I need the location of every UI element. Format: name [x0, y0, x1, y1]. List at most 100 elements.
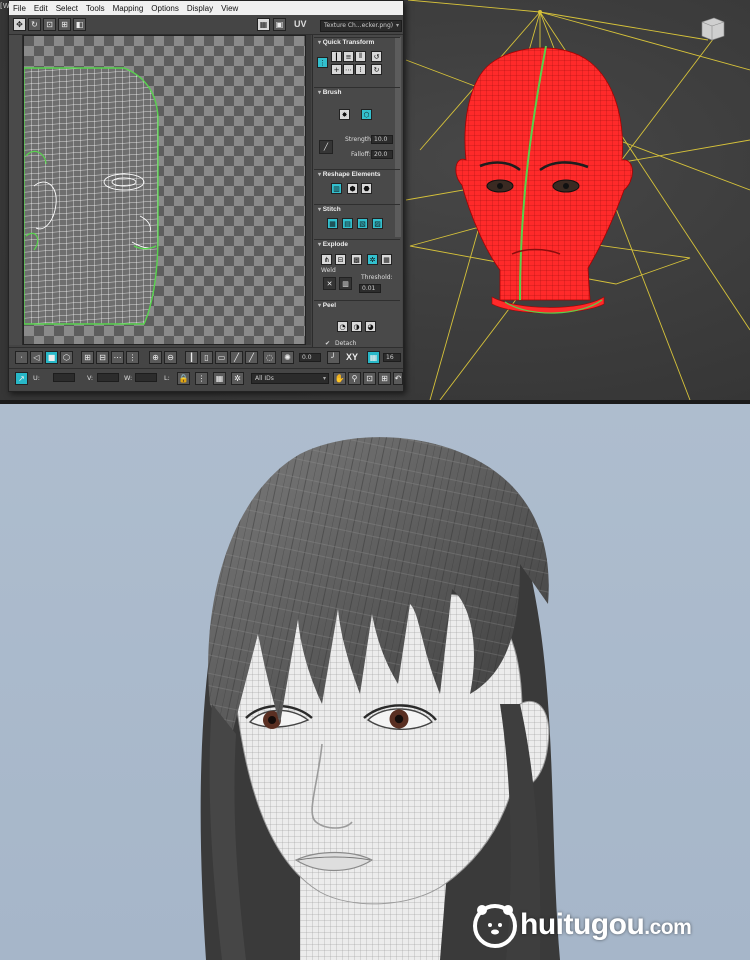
- falloff-type-icon[interactable]: ╯: [327, 351, 340, 364]
- show-map-icon[interactable]: ▣: [273, 18, 286, 31]
- stitch-title[interactable]: Stitch: [314, 205, 400, 213]
- falloff-distance-spinner[interactable]: 0.0: [299, 353, 321, 362]
- stitch-to-source-icon[interactable]: ▨: [372, 218, 383, 229]
- peel-title[interactable]: Peel: [314, 301, 400, 309]
- straighten-selection-icon[interactable]: ▥: [331, 183, 342, 194]
- checker-toggle-icon[interactable]: ▦: [257, 18, 270, 31]
- paint-relax-brush-icon[interactable]: ✸: [339, 109, 350, 120]
- space-horizontal-icon[interactable]: ⦀: [355, 51, 366, 62]
- soft-selection-falloff-icon[interactable]: ◌: [263, 351, 276, 364]
- menu-mapping[interactable]: Mapping: [109, 4, 148, 13]
- mirror-tool-icon[interactable]: ◧: [73, 18, 86, 31]
- detach-edge-verts-icon[interactable]: ⊟: [335, 254, 346, 265]
- space-vertical-icon[interactable]: ≡: [343, 51, 354, 62]
- menu-tools[interactable]: Tools: [82, 4, 109, 13]
- pin-brush-icon[interactable]: ⬡: [361, 109, 372, 120]
- polygon-mode-icon[interactable]: ■: [45, 351, 58, 364]
- flatten-by-smoothing-icon[interactable]: ✲: [367, 254, 378, 265]
- reshape-elements-title[interactable]: Reshape Elements: [314, 170, 400, 178]
- select-overlap-icon[interactable]: ▯: [200, 351, 213, 364]
- render-scene: [0, 404, 750, 960]
- strength-spinner[interactable]: 10.0: [371, 135, 393, 144]
- relax-icon[interactable]: ⬣: [361, 183, 372, 194]
- menu-options[interactable]: Options: [147, 4, 183, 13]
- paint-brush-select-icon[interactable]: ╱: [230, 351, 243, 364]
- select-by-element-icon[interactable]: ⊖: [164, 351, 177, 364]
- menu-edit[interactable]: Edit: [30, 4, 52, 13]
- zoom-extents-icon[interactable]: ⊞: [378, 372, 391, 385]
- rotate-plus-90-icon[interactable]: ↺: [371, 51, 382, 62]
- rotate-minus-90-icon[interactable]: ↻: [371, 64, 382, 75]
- uv-editor-window[interactable]: File Edit Select Tools Mapping Options D…: [8, 0, 404, 392]
- freeform-tool-icon[interactable]: ⊞: [58, 18, 71, 31]
- menu-view[interactable]: View: [217, 4, 242, 13]
- quick-transform-title[interactable]: Quick Transform: [314, 38, 400, 46]
- flatten-by-polygon-angle-icon[interactable]: ▩: [351, 254, 362, 265]
- vertex-mode-icon[interactable]: ⋅: [15, 351, 28, 364]
- weld-selected-icon[interactable]: ✕: [323, 277, 336, 290]
- target-weld-icon[interactable]: ▥: [339, 277, 352, 290]
- align-linear-icon[interactable]: +: [331, 64, 342, 75]
- pan-hand-icon[interactable]: ✋: [333, 372, 346, 385]
- element-mode-icon[interactable]: ⬡: [60, 351, 73, 364]
- shrink-selection-icon[interactable]: ⊟: [96, 351, 109, 364]
- pan-icon[interactable]: ⋮: [195, 372, 208, 385]
- detach-checkbox[interactable]: ✔: [325, 340, 330, 347]
- w-coordinate-field[interactable]: [135, 373, 157, 382]
- stitch-custom-icon[interactable]: ▦: [327, 218, 338, 229]
- falloff-spinner[interactable]: 20.0: [371, 150, 393, 159]
- stitch-to-target-icon[interactable]: ▤: [342, 218, 353, 229]
- grid-size-spinner[interactable]: 16: [383, 353, 401, 362]
- grow-selection-icon[interactable]: ⊞: [81, 351, 94, 364]
- rotate-tool-icon[interactable]: ↻: [28, 18, 41, 31]
- threshold-spinner[interactable]: 0.01: [359, 284, 381, 293]
- light-target: [538, 10, 542, 14]
- zoom-extents-selected-icon[interactable]: ↶: [393, 372, 403, 385]
- align-x-icon[interactable]: ⋮: [317, 57, 328, 68]
- zoom-icon[interactable]: ⚲: [348, 372, 361, 385]
- distribute-icon[interactable]: ⁞: [355, 64, 366, 75]
- explode-section: Explode: [314, 239, 400, 248]
- absolute-offset-icon[interactable]: ↗: [15, 372, 28, 385]
- uv-canvas-scrollbar[interactable]: [306, 35, 311, 345]
- grid-snap-icon[interactable]: ▦: [367, 351, 380, 364]
- flatten-by-material-icon[interactable]: ▦: [381, 254, 392, 265]
- explode-title[interactable]: Explode: [314, 240, 400, 248]
- reset-peel-icon[interactable]: ◕: [365, 321, 376, 332]
- lock-icon[interactable]: 🔒: [177, 372, 190, 385]
- menu-select[interactable]: Select: [52, 4, 82, 13]
- light-object[interactable]: [701, 17, 725, 41]
- align-horizontal-icon[interactable]: ┃: [331, 51, 342, 62]
- u-coordinate-field[interactable]: [53, 373, 75, 382]
- peel-mode-icon[interactable]: ◑: [351, 321, 362, 332]
- snap-settings-icon[interactable]: ✲: [231, 372, 244, 385]
- zoom-region-icon[interactable]: ⊡: [363, 372, 376, 385]
- stitch-average-icon[interactable]: ▧: [357, 218, 368, 229]
- filter-selected-faces-icon[interactable]: ▦: [213, 372, 226, 385]
- loop-select-icon[interactable]: ⋯: [111, 351, 124, 364]
- xy-axis-label[interactable]: XY: [346, 352, 358, 362]
- uv-axis-label[interactable]: UV: [294, 19, 307, 29]
- ring-select-icon[interactable]: ⋮: [126, 351, 139, 364]
- v-coordinate-label: V:: [87, 374, 94, 382]
- relax-until-flat-icon[interactable]: ⬢: [347, 183, 358, 194]
- align-to-edge-icon[interactable]: ⋯: [343, 64, 354, 75]
- brush-size-icon[interactable]: ╱: [245, 351, 258, 364]
- break-icon[interactable]: ⋔: [321, 254, 332, 265]
- texture-dropdown[interactable]: Texture Ch...ecker.png): [320, 20, 402, 32]
- soft-select-icon[interactable]: ┃: [185, 351, 198, 364]
- soft-selection-icon[interactable]: ✺: [281, 351, 294, 364]
- material-ids-dropdown[interactable]: All IDs: [251, 373, 329, 384]
- brush-stroke-icon[interactable]: ╱: [319, 140, 333, 154]
- menu-display[interactable]: Display: [183, 4, 217, 13]
- brush-title[interactable]: Brush: [314, 88, 400, 96]
- uv-editing-canvas[interactable]: [23, 35, 306, 345]
- quick-peel-icon[interactable]: ◔: [337, 321, 348, 332]
- scale-tool-icon[interactable]: ⊡: [43, 18, 56, 31]
- move-tool-icon[interactable]: ✥: [13, 18, 26, 31]
- menu-file[interactable]: File: [9, 4, 30, 13]
- edge-mode-icon[interactable]: ◁: [30, 351, 43, 364]
- select-flipped-icon[interactable]: ▭: [215, 351, 228, 364]
- paint-select-icon[interactable]: ⊕: [149, 351, 162, 364]
- v-coordinate-field[interactable]: [97, 373, 119, 382]
